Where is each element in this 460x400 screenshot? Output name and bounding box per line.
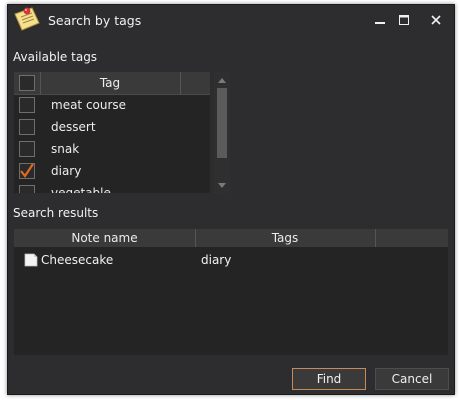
tag-column-header[interactable]: Tag (40, 72, 181, 94)
empty-column-header (375, 229, 447, 247)
cancel-button[interactable]: Cancel (375, 368, 449, 390)
tag-row-diary[interactable]: diary (14, 160, 210, 182)
select-all-checkbox[interactable] (19, 75, 35, 91)
tag-label: snak (51, 142, 80, 156)
memo-pin-icon (14, 7, 40, 31)
tags-column-header[interactable]: Tags (195, 229, 376, 247)
tag-label: vegetable (51, 186, 111, 193)
tag-checkbox[interactable] (19, 141, 35, 157)
scrollbar-thumb[interactable] (217, 88, 227, 158)
tag-checkbox[interactable] (19, 97, 35, 113)
tag-row-dessert[interactable]: dessert (14, 116, 210, 138)
scroll-down-button[interactable] (214, 178, 230, 192)
note-name-column-header[interactable]: Note name (14, 229, 196, 247)
close-button[interactable] (424, 9, 448, 31)
maximize-button[interactable] (392, 9, 416, 31)
window-title: Search by tags (48, 13, 142, 28)
tag-checkbox[interactable] (19, 119, 35, 135)
note-tags-cell: diary (201, 253, 232, 267)
close-icon (431, 15, 441, 25)
maximize-icon (399, 15, 409, 25)
tags-scrollbar[interactable] (214, 72, 230, 193)
tag-checkbox[interactable] (19, 185, 35, 193)
search-results-grid: Note name Tags Cheesecake diary (14, 229, 448, 355)
tag-label: meat course (51, 98, 127, 112)
available-tags-grid: Tag meat course dessert snak diary veget… (14, 72, 210, 193)
search-results-label: Search results (13, 206, 99, 220)
select-all-cell (14, 72, 41, 94)
chevron-up-icon (218, 77, 226, 83)
checkmark-icon (20, 163, 34, 178)
minimize-button[interactable] (368, 9, 392, 31)
tag-label: dessert (51, 120, 96, 134)
minimize-icon (375, 22, 385, 24)
table-row[interactable]: Cheesecake diary (14, 249, 448, 271)
chevron-down-icon (218, 182, 226, 188)
tag-row-meat-course[interactable]: meat course (14, 94, 210, 116)
find-button[interactable]: Find (292, 368, 366, 390)
results-header: Note name Tags (14, 229, 448, 247)
available-tags-label: Available tags (13, 50, 98, 64)
tag-row-snak[interactable]: snak (14, 138, 210, 160)
tags-grid-header: Tag (14, 72, 210, 95)
title-bar[interactable]: Search by tags (8, 5, 454, 39)
search-by-tags-dialog: Search by tags Available tags Tag meat c… (7, 4, 455, 395)
tag-checkbox-checked[interactable] (19, 163, 35, 179)
tag-label: diary (51, 164, 82, 178)
scroll-up-button[interactable] (214, 73, 230, 87)
tag-row-vegetable[interactable]: vegetable (14, 182, 210, 193)
note-name-cell: Cheesecake (41, 253, 114, 267)
note-icon (24, 253, 38, 267)
